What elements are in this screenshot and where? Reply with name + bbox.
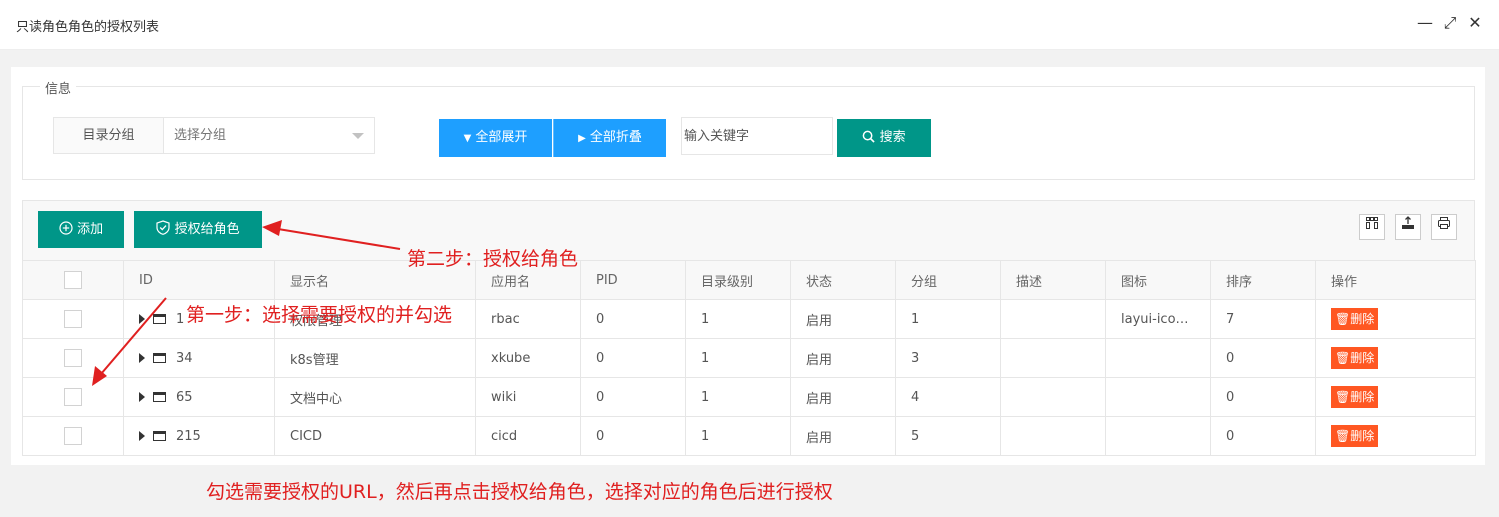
step2-arrow-head bbox=[262, 220, 282, 236]
step1-arrow-line bbox=[100, 297, 167, 375]
annotation-arrows bbox=[92, 220, 401, 386]
step2-arrow-line bbox=[277, 228, 401, 250]
annotation-step2: 第二步：授权给角色 bbox=[407, 248, 579, 270]
annotation-step1: 第一步：选择需要授权的并勾选 bbox=[186, 304, 453, 326]
annotation-bottom: 勾选需要授权的URL，然后再点击授权给角色，选择对应的角色后进行授权 bbox=[206, 481, 833, 503]
